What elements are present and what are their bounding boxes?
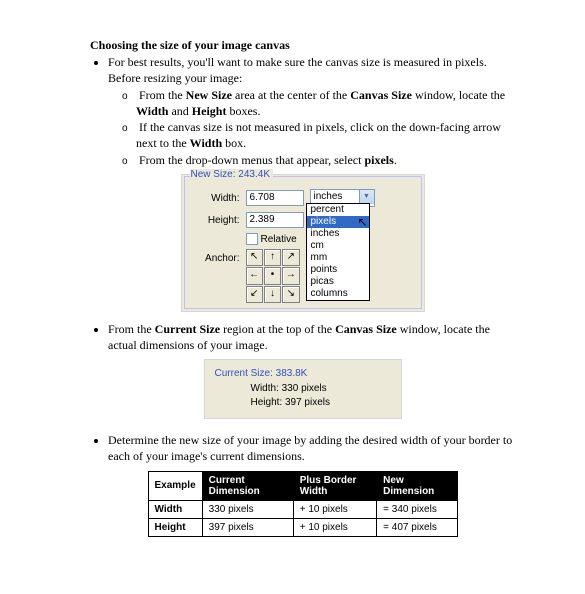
height-row: Height: 2.389 ▼: [188, 211, 418, 229]
intro-bullet: For best results, you'll want to make su…: [108, 55, 515, 168]
section-heading: Choosing the size of your image canvas: [90, 38, 515, 53]
table-cell: + 10 pixels: [293, 518, 376, 536]
table-header: Example: [148, 471, 202, 500]
anchor-row: Anchor: ↖ ↑ ↗ ← • → ↙ ↓ ↘: [188, 249, 418, 303]
table-row: Width 330 pixels + 10 pixels = 340 pixel…: [148, 500, 457, 518]
anchor-cell[interactable]: ↗: [282, 249, 299, 266]
table-row: Height 397 pixels + 10 pixels = 407 pixe…: [148, 518, 457, 536]
width-input[interactable]: 6.708: [246, 190, 304, 206]
sub-bullet-1: From the New Size area at the center of …: [136, 88, 515, 119]
relative-checkbox[interactable]: [246, 233, 258, 245]
sub-bullet-2: If the canvas size is not measured in pi…: [136, 120, 515, 151]
current-size-panel: Current Size: 383.8K Width: 330 pixels H…: [204, 359, 402, 419]
table-cell: Width: [148, 500, 202, 518]
unit-dropdown[interactable]: percent pixels inches cm mm points picas…: [306, 203, 370, 301]
dropdown-option[interactable]: percent: [307, 204, 369, 216]
height-input[interactable]: 2.389: [246, 212, 304, 228]
sub-bullet-3: From the drop-down menus that appear, se…: [136, 153, 515, 169]
new-size-panel: New Size: 243.4K Width: 6.708 inches ▼ H…: [181, 174, 425, 312]
anchor-cell[interactable]: ↑: [264, 249, 281, 266]
current-size-bullet: From the Current Size region at the top …: [108, 322, 515, 353]
dropdown-option[interactable]: inches: [307, 228, 369, 240]
example-table: Example Current Dimension Plus Border Wi…: [148, 471, 458, 537]
anchor-cell[interactable]: ↖: [246, 249, 263, 266]
dropdown-option[interactable]: picas: [307, 276, 369, 288]
chevron-down-icon[interactable]: ▼: [359, 190, 374, 204]
current-size-legend: Current Size: 383.8K: [215, 368, 391, 379]
table-cell: = 407 pixels: [377, 518, 457, 536]
relative-label: Relative: [261, 234, 297, 245]
document-page: Choosing the size of your image canvas F…: [0, 0, 585, 594]
table-cell: = 340 pixels: [377, 500, 457, 518]
anchor-cell[interactable]: ←: [246, 267, 263, 284]
anchor-cell[interactable]: ↙: [246, 286, 263, 303]
sub-bullet-list: From the New Size area at the center of …: [108, 88, 515, 168]
current-width: Width: 330 pixels: [215, 382, 391, 396]
table-cell: 397 pixels: [202, 518, 293, 536]
anchor-cell[interactable]: ↓: [264, 286, 281, 303]
bullet-list-2: From the Current Size region at the top …: [90, 322, 515, 353]
dropdown-option[interactable]: cm: [307, 240, 369, 252]
anchor-label: Anchor:: [188, 253, 240, 264]
table-header: New Dimension: [377, 471, 457, 500]
width-label: Width:: [188, 193, 240, 204]
table-cell: Height: [148, 518, 202, 536]
table-cell: 330 pixels: [202, 500, 293, 518]
width-row: Width: 6.708 inches ▼: [188, 189, 418, 207]
table-header: Current Dimension: [202, 471, 293, 500]
anchor-cell[interactable]: ↘: [282, 286, 299, 303]
dropdown-option[interactable]: mm: [307, 252, 369, 264]
table-cell: + 10 pixels: [293, 500, 376, 518]
dropdown-option-selected[interactable]: pixels: [307, 216, 369, 228]
table-header-row: Example Current Dimension Plus Border Wi…: [148, 471, 457, 500]
determine-bullet: Determine the new size of your image by …: [108, 433, 515, 464]
anchor-cell[interactable]: →: [282, 267, 299, 284]
height-label: Height:: [188, 215, 240, 226]
bullet-list: For best results, you'll want to make su…: [90, 55, 515, 168]
anchor-grid[interactable]: ↖ ↑ ↗ ← • → ↙ ↓ ↘: [246, 249, 300, 303]
bullet-list-3: Determine the new size of your image by …: [90, 433, 515, 464]
table-header: Plus Border Width: [293, 471, 376, 500]
current-height: Height: 397 pixels: [215, 396, 391, 410]
dropdown-option[interactable]: columns: [307, 288, 369, 300]
anchor-cell[interactable]: •: [264, 267, 281, 284]
dropdown-option[interactable]: points: [307, 264, 369, 276]
